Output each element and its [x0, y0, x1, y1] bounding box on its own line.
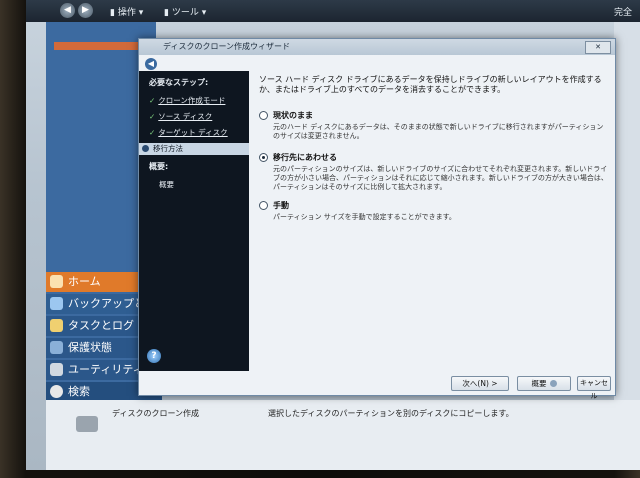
top-right-label: 完全	[613, 8, 632, 18]
backup-icon	[50, 297, 63, 310]
top-toolbar: ◀ ▶ ▮ 操作 ▾ ▮ ツール ▾ 完全	[26, 0, 640, 22]
option-as-is-desc: 元のハード ディスクにあるデータは、そのままの状態で新しいドライブに移行されます…	[273, 123, 604, 140]
radio-as-is[interactable]	[259, 111, 268, 120]
current-step-icon	[142, 145, 149, 152]
help-icon[interactable]: ?	[147, 349, 161, 363]
tasks-icon	[50, 319, 63, 332]
monitor-bezel: ◀ ▶ ▮ 操作 ▾ ▮ ツール ▾ 完全 ホーム バックアップと復 タスクとロ…	[0, 0, 640, 478]
utility-icon	[50, 363, 63, 376]
wizard-back-icon[interactable]: ◀	[145, 58, 157, 70]
disk-clone-icon	[76, 416, 98, 432]
summary-heading: 概要:	[149, 162, 169, 171]
check-icon: ✓	[149, 128, 156, 137]
dialog-title: ディスクのクローン作成ウィザード	[163, 42, 291, 51]
step-source-disk[interactable]: ✓ ソース ディスク	[149, 111, 212, 122]
menu-action[interactable]: ▮ 操作 ▾	[110, 5, 143, 18]
option-manual-title: 手動	[273, 201, 289, 210]
radio-manual[interactable]	[259, 201, 268, 210]
step-move-method[interactable]: 移行方法	[139, 143, 249, 155]
radio-proportional[interactable]	[259, 153, 268, 162]
protection-icon	[50, 341, 63, 354]
step-clone-mode[interactable]: ✓ クローン作成モード	[149, 95, 225, 106]
next-button[interactable]: 次へ(N) >	[451, 376, 509, 391]
option-manual-desc: パーティション サイズを手動で設定することができます。	[273, 213, 456, 221]
option-proportional-desc: 元のパーティションのサイズは、新しいドライブのサイズに合わせてそれぞれ変更されま…	[273, 165, 608, 191]
step-target-disk[interactable]: ✓ ターゲット ディスク	[149, 127, 228, 138]
check-icon: ✓	[149, 112, 156, 121]
back-icon[interactable]: ◀	[60, 3, 75, 18]
app-window: ◀ ▶ ▮ 操作 ▾ ▮ ツール ▾ 完全 ホーム バックアップと復 タスクとロ…	[26, 0, 640, 470]
cancel-button[interactable]: キャンセル	[577, 376, 611, 400]
summary-icon	[549, 380, 557, 387]
dialog-titlebar: ディスクのクローン作成ウィザード ✕	[139, 39, 615, 55]
clone-wizard-dialog: ディスクのクローン作成ウィザード ✕ ◀ 必要なステップ: ✓ クローン作成モード…	[138, 38, 616, 400]
intro-text: ソース ハード ディスク ドライブにあるデータを保持しドライブの新しいレイアウト…	[259, 75, 602, 94]
right-panel	[614, 22, 640, 400]
close-button[interactable]: ✕	[585, 41, 611, 54]
summary-button[interactable]: 概要	[517, 376, 571, 391]
step-summary[interactable]: 概要	[159, 179, 174, 190]
forward-icon[interactable]: ▶	[78, 3, 93, 18]
menu-tools[interactable]: ▮ ツール ▾	[164, 5, 206, 18]
status-bar: ディスクのクローン作成 選択したディスクのパーティションを別のディスクにコピーし…	[46, 400, 640, 470]
option-proportional-title: 移行先にあわせる	[273, 153, 337, 162]
status-task-name: ディスクのクローン作成	[112, 409, 200, 418]
wizard-content: ソース ハード ディスク ドライブにあるデータを保持しドライブの新しいレイアウト…	[259, 75, 609, 221]
search-icon	[50, 385, 63, 398]
option-as-is-title: 現状のまま	[273, 111, 313, 120]
required-steps-heading: 必要なステップ:	[149, 78, 209, 87]
status-task-desc: 選択したディスクのパーティションを別のディスクにコピーします。	[268, 409, 514, 418]
wizard-steps-panel: 必要なステップ: ✓ クローン作成モード ✓ ソース ディスク ✓ ターゲット ディス…	[139, 71, 249, 371]
check-icon: ✓	[149, 96, 156, 105]
home-icon	[50, 275, 63, 288]
